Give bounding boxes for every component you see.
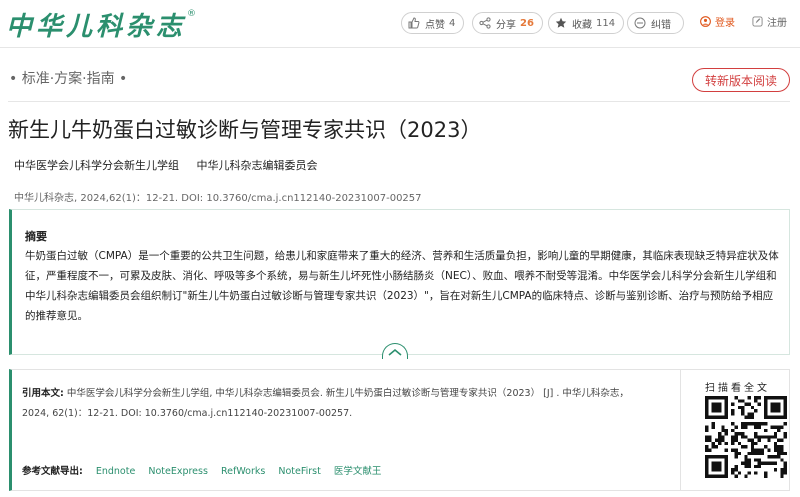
export-label: 参考文献导出: [22,466,83,477]
export-endnote-link[interactable]: Endnote [96,466,135,477]
author-link[interactable]: 中华医学会儿科学分会新生儿学组 [14,159,179,172]
qr-label: 扫描看全文 [705,383,770,394]
login-label: 登录 [715,18,735,29]
abstract-panel: 摘要 牛奶蛋白过敏（CMPA）是一个重要的公共卫生问题，给患儿和家庭带来了重大的… [9,209,790,355]
author-list: 中华医学会儿科学分会新生儿学组 中华儿科杂志编辑委员会 [14,157,318,173]
export-notefirst-link[interactable]: NoteFirst [278,466,320,477]
export-references: 参考文献导出: Endnote NoteExpress RefWorks Not… [22,463,381,477]
star-icon [555,17,567,28]
article-title: 新生儿牛奶蛋白过敏诊断与管理专家共识（2023） [8,118,482,142]
like-label: 点赞 [425,19,445,31]
correct-icon [634,17,646,29]
like-count: 4 [449,17,456,29]
favorite-button[interactable]: 收藏 114 [548,12,625,34]
share-label: 分享 [496,19,516,31]
export-noteexpress-link[interactable]: NoteExpress [148,466,208,477]
read-new-version-button[interactable]: 转新版本阅读 [692,68,790,92]
registered-mark: ® [187,9,197,19]
author-link[interactable]: 中华儿科杂志编辑委员会 [197,159,318,172]
top-bar: 中华儿科杂志 ® 点赞 4 分享 26 收藏 114 纠错 登录 注册 [0,0,800,48]
journal-logo[interactable]: 中华儿科杂志 ® [6,6,196,42]
login-link[interactable]: 登录 [700,14,735,29]
like-button[interactable]: 点赞 4 [401,12,465,34]
section-label: • 标准·方案·指南 • [9,71,128,87]
journal-citation-line: 中华儿科杂志, 2024,62(1)：12-21. DOI: 10.3760/c… [14,193,422,204]
divider [8,101,790,102]
favorite-label: 收藏 [572,19,592,31]
qr-panel: 扫描看全文 [680,370,790,490]
citation-text-block: 引用本文: 中华医学会儿科学分会新生儿学组, 中华儿科杂志编辑委员会. 新生儿牛… [22,384,652,424]
logo-text: 中华儿科杂志 [6,11,187,42]
citation-panel: 引用本文: 中华医学会儿科学分会新生儿学组, 中华儿科杂志编辑委员会. 新生儿牛… [9,369,790,491]
register-label: 注册 [767,18,787,29]
correct-label: 纠错 [651,19,671,31]
citation-text: 中华医学会儿科学分会新生儿学组, 中华儿科杂志编辑委员会. 新生儿牛奶蛋白过敏诊… [22,388,629,419]
edit-icon [752,16,763,27]
register-link[interactable]: 注册 [752,14,787,29]
export-yixuewenxianwang-link[interactable]: 医学文献王 [334,466,382,477]
favorite-count: 114 [596,17,616,29]
thumbs-up-icon [408,17,420,29]
share-button[interactable]: 分享 26 [472,12,543,34]
chevron-up-icon [388,348,402,356]
citation-label: 引用本文: [22,388,64,399]
correct-button[interactable]: 纠错 [627,12,684,34]
abstract-heading: 摘要 [25,230,47,243]
qr-code-icon [705,396,787,478]
abstract-text: 牛奶蛋白过敏（CMPA）是一个重要的公共卫生问题，给患儿和家庭带来了重大的经济、… [25,250,779,322]
export-refworks-link[interactable]: RefWorks [221,466,265,477]
user-icon [700,16,711,27]
share-count: 26 [520,17,534,29]
share-icon [479,17,491,29]
